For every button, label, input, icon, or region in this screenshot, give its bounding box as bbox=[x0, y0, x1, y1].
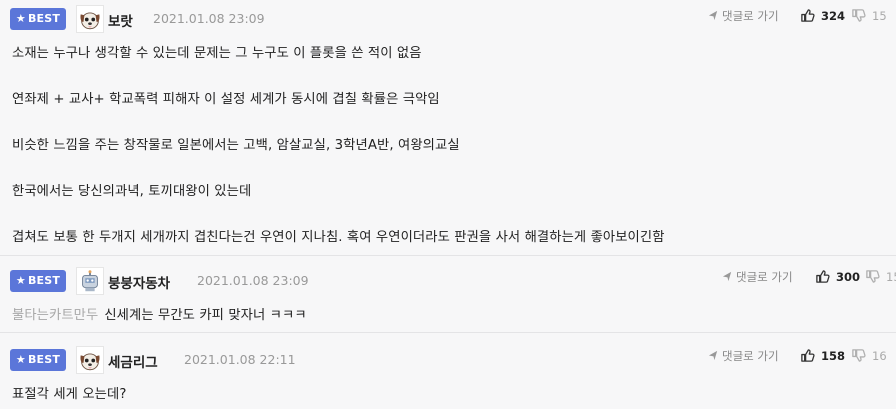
comment-date: 2021.01.08 23:09 bbox=[153, 11, 265, 26]
best-badge: ★ BEST bbox=[10, 270, 66, 292]
downvote-button[interactable]: 15 bbox=[851, 8, 887, 23]
comment-text-line: 한국에서는 당신의과녁, 토끼대왕이 있는데 bbox=[12, 184, 252, 199]
downvote-button[interactable]: 16 bbox=[851, 348, 887, 363]
reply-link[interactable]: 댓글로 가기 bbox=[722, 269, 793, 285]
best-badge: ★ BEST bbox=[10, 349, 66, 371]
comment-nickname[interactable]: 붕붕자동차 bbox=[108, 272, 170, 292]
robot-avatar bbox=[76, 267, 104, 295]
thumbs-down-icon bbox=[865, 269, 880, 284]
comment-text-line: 불타는카트만두 신세계는 무간도 카피 맞자너 ㅋㅋㅋ bbox=[12, 308, 307, 323]
comment-text-line: 비슷한 느낌을 주는 창작물로 일본에서는 고백, 암살교실, 3학년A반, 여… bbox=[12, 138, 460, 153]
thumbs-down-icon bbox=[851, 348, 866, 363]
thumbs-up-icon bbox=[800, 8, 815, 23]
best-badge: ★ BEST bbox=[10, 8, 66, 30]
comment-nickname[interactable]: 보랏 bbox=[108, 10, 133, 30]
mention-link[interactable]: 불타는카트만두 bbox=[12, 308, 98, 323]
upvote-button[interactable]: 324 bbox=[800, 8, 845, 23]
star-icon: ★ bbox=[15, 353, 26, 366]
upvote-button[interactable]: 300 bbox=[815, 269, 860, 284]
comment-text-line: 소재는 누구나 생각할 수 있는데 문제는 그 누구도 이 플롯을 쓴 적이 없… bbox=[12, 46, 422, 61]
thumbs-up-icon bbox=[800, 348, 815, 363]
star-icon: ★ bbox=[15, 274, 26, 287]
comment-text-line: 연좌제 + 교사+ 학교폭력 피해자 이 설정 세계가 동시에 겹칠 확률은 극… bbox=[12, 92, 440, 107]
arrow-reply-icon bbox=[722, 271, 733, 282]
thumbs-down-icon bbox=[851, 8, 866, 23]
comment-date: 2021.01.08 22:11 bbox=[184, 352, 296, 367]
comment-text-line: 표절각 세게 오는데? bbox=[12, 387, 127, 402]
comment-item: ★ BEST 세금리그 2021.01.08 22:11 댓글로 가기 158 1… bbox=[0, 333, 896, 409]
reply-link[interactable]: 댓글로 가기 bbox=[708, 348, 779, 364]
star-icon: ★ bbox=[15, 12, 26, 25]
upvote-button[interactable]: 158 bbox=[800, 348, 845, 363]
comment-nickname[interactable]: 세금리그 bbox=[108, 351, 158, 371]
arrow-reply-icon bbox=[708, 10, 719, 21]
dog-avatar bbox=[76, 5, 104, 33]
comment-date: 2021.01.08 23:09 bbox=[197, 273, 309, 288]
comment-item: ★ BEST 보랏 2021.01.08 23:09 댓글로 가기 324 15 … bbox=[0, 0, 896, 256]
arrow-reply-icon bbox=[708, 350, 719, 361]
thumbs-up-icon bbox=[815, 269, 830, 284]
dog-avatar bbox=[76, 346, 104, 374]
comment-item: ★ BEST 붕붕자동차 2021.01.08 23:09 댓글로 가기 300 … bbox=[0, 256, 896, 333]
downvote-button[interactable]: 15 bbox=[865, 269, 896, 284]
comment-text-line: 겹쳐도 보통 한 두개지 세개까지 겹친다는건 우연이 지나침. 혹여 우연이더… bbox=[12, 230, 665, 245]
reply-link[interactable]: 댓글로 가기 bbox=[708, 8, 779, 24]
